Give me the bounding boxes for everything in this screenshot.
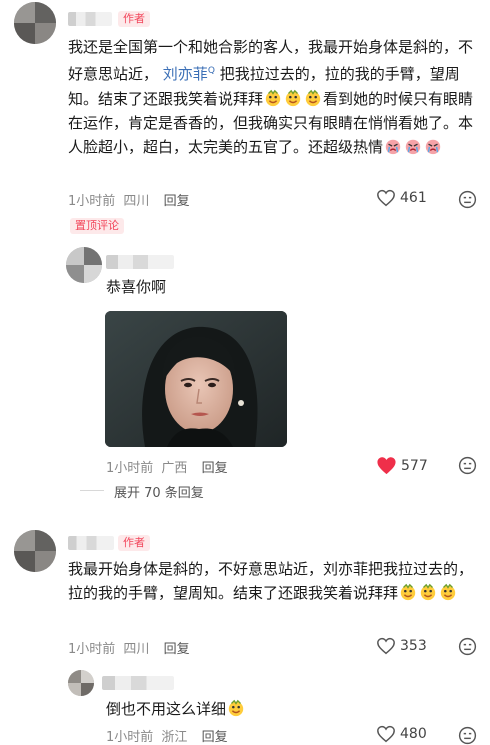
username[interactable] (102, 676, 174, 690)
username[interactable] (68, 536, 114, 550)
like-button[interactable]: 480 (376, 725, 427, 743)
avatar[interactable] (14, 530, 56, 572)
username[interactable] (106, 255, 174, 269)
dislike-face-icon[interactable] (458, 726, 477, 745)
cry-emoji (424, 137, 442, 155)
mention-link[interactable]: 刘亦菲Q (163, 65, 215, 83)
dislike-face-icon[interactable] (458, 456, 477, 475)
timestamp: 1小时前 (106, 730, 154, 745)
pinned-badge: 置顶评论 (70, 218, 124, 234)
comment-meta: 1小时前 广西 回复 (106, 457, 228, 476)
comment-meta: 1小时前 四川 回复 (68, 638, 190, 657)
avatar[interactable] (66, 247, 102, 283)
reply-button[interactable]: 回复 (164, 642, 190, 657)
divider (80, 490, 104, 491)
author-badge: 作者 (118, 11, 150, 27)
location: 浙江 (161, 730, 188, 745)
cry-emoji (404, 137, 422, 155)
reply-button[interactable]: 回复 (202, 730, 228, 745)
heart-outline-icon (377, 637, 395, 655)
like-count: 461 (400, 190, 427, 206)
comment-text: 恭喜你啊 (106, 278, 167, 296)
dislike-face-icon[interactable] (458, 637, 477, 656)
timestamp: 1小时前 (68, 194, 116, 209)
smile-emoji (227, 699, 245, 717)
author-badge: 作者 (118, 535, 150, 551)
avatar[interactable] (14, 2, 56, 44)
smile-emoji (399, 583, 417, 601)
like-count: 480 (400, 726, 427, 742)
heart-filled-icon (377, 457, 396, 475)
comment-text: 我最开始身体是斜的，不好意思站近，刘亦菲把我拉过去的，拉的我的手臂，望周知。结束… (68, 560, 474, 603)
location: 广西 (161, 461, 188, 476)
timestamp: 1小时前 (68, 642, 116, 657)
like-button[interactable]: 461 (376, 189, 427, 207)
smile-emoji (264, 89, 282, 107)
smile-emoji (439, 583, 457, 601)
like-button[interactable]: 353 (376, 637, 427, 655)
username[interactable] (68, 12, 112, 26)
like-button[interactable]: 577 (376, 456, 428, 475)
location: 四川 (123, 194, 150, 209)
comment-text: 倒也不用这么详细 (106, 697, 246, 721)
smile-emoji (304, 89, 322, 107)
cry-emoji (384, 137, 402, 155)
like-count: 577 (401, 457, 428, 474)
comment-image[interactable] (105, 311, 287, 447)
comment-text: 我还是全国第一个和她合影的客人，我最开始身体是斜的，不好意思站近， 刘亦菲Q 把… (68, 38, 474, 157)
smile-emoji (419, 583, 437, 601)
dislike-face-icon[interactable] (458, 190, 477, 209)
reply-button[interactable]: 回复 (202, 461, 228, 476)
heart-outline-icon (377, 189, 395, 207)
reply-button[interactable]: 回复 (164, 194, 190, 209)
smile-emoji (284, 89, 302, 107)
comment-meta: 1小时前 浙江 回复 (106, 726, 228, 745)
comment-meta: 1小时前 四川 回复 (68, 190, 190, 209)
avatar[interactable] (68, 670, 94, 696)
heart-outline-icon (377, 725, 395, 743)
like-count: 353 (400, 638, 427, 654)
timestamp: 1小时前 (106, 461, 154, 476)
expand-replies-button[interactable]: 展开 70 条回复 (114, 482, 204, 501)
location: 四川 (123, 642, 150, 657)
